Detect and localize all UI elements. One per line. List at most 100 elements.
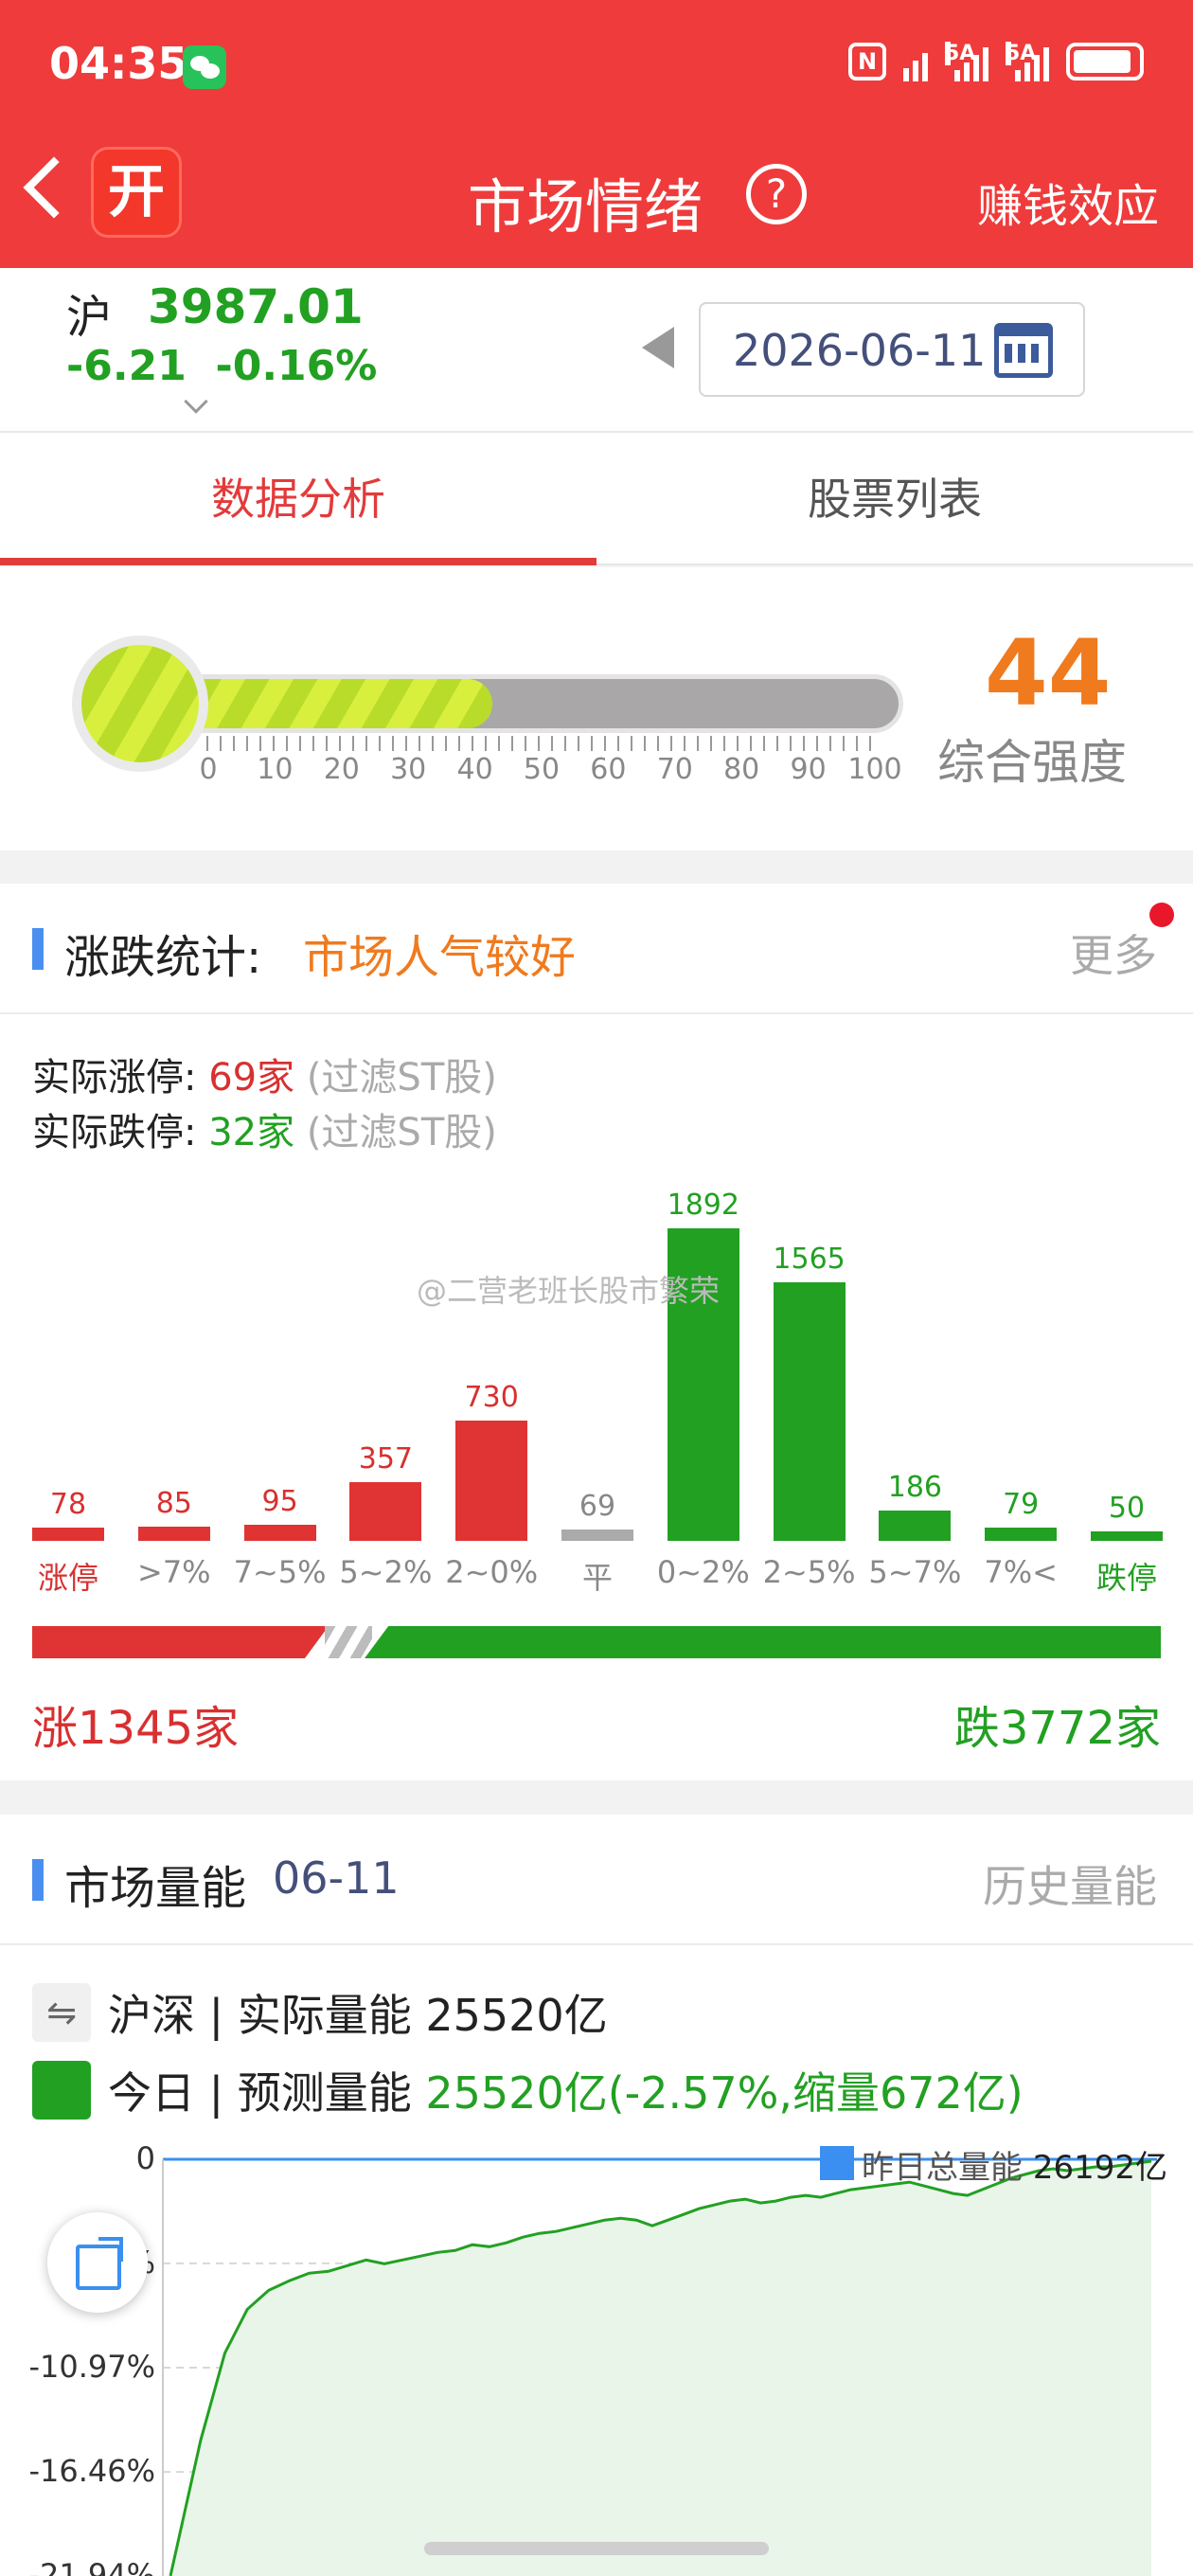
bar-10 — [1091, 1531, 1163, 1541]
bar-value-label: 50 — [1108, 1492, 1146, 1525]
bar-8 — [879, 1510, 952, 1541]
app-logo: 开 — [91, 147, 182, 238]
bar-0 — [32, 1528, 104, 1541]
header-bar: 04:35 N 5A 5A 开 市场情绪 ? 赚钱效应 — [0, 0, 1193, 268]
fall-ratio-bar — [365, 1626, 1161, 1658]
bar-9 — [985, 1528, 1058, 1541]
bar-category-label: 0~2% — [656, 1554, 750, 1590]
back-arrow-icon[interactable] — [23, 156, 85, 219]
bar-7 — [773, 1282, 846, 1541]
volume-header: 市场量能 06-11 历史量能 — [0, 1815, 1193, 1945]
battery-icon — [1066, 43, 1144, 80]
history-volume-link[interactable]: 历史量能 — [983, 1852, 1157, 1915]
y-axis-tick-label: -16.46% — [28, 2453, 155, 2490]
wifi-icon — [903, 42, 928, 81]
rise-total: 涨1345家 — [32, 1702, 240, 1755]
nfc-icon: N — [848, 43, 886, 80]
bar-value-label: 1565 — [773, 1243, 846, 1277]
bar-category-label: 平 — [581, 1560, 614, 1596]
bar-category-label: >7% — [137, 1554, 211, 1590]
bar-value-label: 69 — [579, 1489, 616, 1523]
gauge-tick-label: 100 — [847, 753, 902, 786]
gauge-bulb — [72, 635, 208, 772]
profit-effect-link[interactable]: 赚钱效应 — [977, 169, 1159, 235]
tab-bar: 数据分析 股票列表 — [0, 433, 1193, 565]
strength-gauge: 0 10 20 30 40 50 60 70 80 90 100 44 综合强度 — [0, 567, 1193, 850]
bar-category-label: 7%< — [984, 1554, 1058, 1590]
prev-date-arrow-icon[interactable] — [642, 327, 674, 368]
gauge-tick-label: 20 — [323, 753, 360, 786]
gauge-tick-label: 30 — [390, 753, 427, 786]
home-indicator[interactable] — [424, 2542, 769, 2555]
signal-icon-2: 5A — [1006, 42, 1049, 81]
index-price: 3987.01 — [148, 279, 364, 334]
wechat-notification-icon — [183, 45, 226, 89]
bar-value-label: 1892 — [667, 1189, 739, 1222]
bar-1 — [137, 1527, 210, 1541]
bar-value-label: 730 — [464, 1380, 519, 1414]
signal-icon-1: 5A — [945, 42, 988, 81]
bar-value-label: 79 — [1003, 1488, 1040, 1522]
bar-2 — [243, 1525, 316, 1541]
gauge-label: 综合强度 — [937, 735, 1127, 790]
calendar-icon — [994, 323, 1053, 378]
bar-category-label: 跌停 — [1095, 1560, 1158, 1596]
bar-value-label: 357 — [358, 1441, 414, 1476]
chevron-down-icon[interactable] — [184, 389, 208, 414]
y-axis-tick-label: 0 — [135, 2140, 155, 2176]
volume-title: 市场量能 — [64, 1862, 247, 1915]
bar-5 — [561, 1529, 633, 1541]
forecast-legend-swatch — [32, 2061, 91, 2120]
actual-volume: 沪深 | 实际量能 25520亿 — [108, 1990, 608, 2041]
bar-category-label: 2~5% — [762, 1554, 856, 1590]
gauge-tick-label: 90 — [790, 753, 827, 786]
status-icons: N 5A 5A — [848, 42, 1144, 81]
volume-line-chart — [162, 2157, 1157, 2576]
bar-3 — [349, 1481, 422, 1541]
date-picker[interactable]: 2026-06-11 — [699, 302, 1085, 397]
rise-ratio-bar — [32, 1626, 329, 1658]
gauge-track — [169, 674, 903, 733]
page-title: 市场情绪 — [468, 172, 703, 242]
watermark: @二营老班长股市繁荣 — [417, 1273, 721, 1309]
rise-fall-stats: 涨跌统计: 市场人气较好 更多 实际涨停: 69家 (过滤ST股) 实际跌停: … — [0, 884, 1193, 1780]
forecast-volume: 今日 | 预测量能 25520亿(-2.57%,缩量672亿) — [108, 2067, 1024, 2119]
bar-value-label: 78 — [49, 1488, 87, 1522]
section-accent-bar — [32, 1859, 44, 1901]
bar-category-label: 5~7% — [868, 1554, 962, 1590]
market-sentiment-page: 04:35 N 5A 5A 开 市场情绪 ? 赚钱效应 沪 3987.01 -6… — [0, 0, 1193, 2576]
index-summary: 沪 3987.01 -6.21 -0.16% 2026-06-11 — [0, 268, 1193, 433]
volume-date: 06-11 — [273, 1852, 400, 1904]
gauge-tick-label: 10 — [257, 753, 294, 786]
help-icon[interactable]: ? — [746, 164, 807, 224]
gauge-fill — [173, 679, 492, 728]
share-icon[interactable] — [47, 2212, 148, 2313]
bar-value-label: 85 — [155, 1487, 192, 1521]
index-change: -6.21 -0.16% — [66, 342, 378, 390]
tab-stock-list[interactable]: 股票列表 — [596, 433, 1193, 565]
gauge-tick-label: 40 — [456, 753, 493, 786]
bar-4 — [455, 1420, 528, 1541]
y-axis-tick-label: -21.94% — [28, 2557, 155, 2576]
y-axis-tick-label: -10.97% — [28, 2349, 155, 2385]
bar-value-label: 95 — [261, 1485, 298, 1519]
gauge-value: 44 — [985, 620, 1112, 726]
gauge-tick-label: 70 — [656, 753, 693, 786]
yesterday-legend-swatch — [820, 2146, 854, 2180]
gauge-tick-label: 80 — [723, 753, 760, 786]
bar-category-label: 涨停 — [37, 1560, 99, 1596]
gauge-tick-label: 60 — [590, 753, 627, 786]
status-time: 04:35 — [49, 38, 188, 89]
swap-icon[interactable]: ⇋ — [32, 1983, 91, 2042]
index-name: 沪 — [66, 291, 113, 344]
flat-ratio-divider — [325, 1626, 372, 1658]
yesterday-legend: 昨日总量能 26192亿 — [862, 2149, 1167, 2187]
tab-data-analysis[interactable]: 数据分析 — [0, 433, 596, 565]
bar-value-label: 186 — [887, 1470, 943, 1504]
gauge-tick-label: 50 — [523, 753, 561, 786]
gauge-ticks — [206, 736, 875, 751]
fall-total: 跌3772家 — [953, 1702, 1161, 1755]
bar-category-label: 2~0% — [445, 1554, 539, 1590]
gauge-tick-label: 0 — [199, 753, 218, 786]
bar-category-label: 7~5% — [233, 1554, 327, 1590]
